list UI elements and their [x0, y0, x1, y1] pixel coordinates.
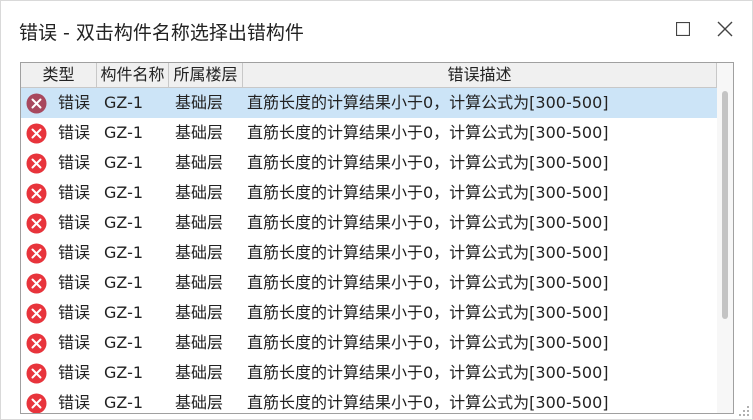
- row-component-name[interactable]: GZ-1: [104, 118, 143, 148]
- row-description: 直筋长度的计算结果小于0，计算公式为[300-500]: [247, 183, 609, 202]
- row-floor: 基础层: [175, 333, 224, 352]
- row-floor: 基础层: [175, 183, 224, 202]
- row-component-name[interactable]: GZ-1: [104, 238, 143, 268]
- column-header-name[interactable]: 构件名称: [97, 63, 169, 87]
- row-floor: 基础层: [175, 123, 224, 142]
- table-row[interactable]: 错误 GZ-1 基础层 直筋长度的计算结果小于0，计算公式为[300-500]: [21, 208, 717, 238]
- close-button[interactable]: [703, 11, 747, 47]
- error-icon: [26, 153, 47, 174]
- table-row[interactable]: 错误 GZ-1 基础层 直筋长度的计算结果小于0，计算公式为[300-500]: [21, 178, 717, 208]
- vertical-scrollbar[interactable]: [717, 63, 733, 413]
- row-description: 直筋长度的计算结果小于0，计算公式为[300-500]: [247, 93, 609, 112]
- row-floor: 基础层: [175, 93, 224, 112]
- row-floor: 基础层: [175, 363, 224, 382]
- row-component-name[interactable]: GZ-1: [104, 358, 143, 388]
- error-icon: [26, 183, 47, 204]
- row-component-name[interactable]: GZ-1: [104, 178, 143, 208]
- row-type: 错误: [58, 363, 91, 382]
- table-row[interactable]: 错误 GZ-1 基础层 直筋长度的计算结果小于0，计算公式为[300-500]: [21, 268, 717, 298]
- row-floor: 基础层: [175, 243, 224, 262]
- row-floor: 基础层: [175, 273, 224, 292]
- row-component-name[interactable]: GZ-1: [104, 88, 143, 118]
- list-rows: 错误 GZ-1 基础层 直筋长度的计算结果小于0，计算公式为[300-500] 错误 GZ…: [21, 88, 717, 413]
- resize-grip-icon[interactable]: [738, 405, 750, 417]
- error-icon: [26, 303, 47, 324]
- row-description: 直筋长度的计算结果小于0，计算公式为[300-500]: [247, 303, 609, 322]
- row-description: 直筋长度的计算结果小于0，计算公式为[300-500]: [247, 363, 609, 382]
- window-title: 错误 - 双击构件名称选择出错构件: [19, 22, 304, 44]
- table-row[interactable]: 错误 GZ-1 基础层 直筋长度的计算结果小于0，计算公式为[300-500]: [21, 298, 717, 328]
- table-row[interactable]: 错误 GZ-1 基础层 直筋长度的计算结果小于0，计算公式为[300-500]: [21, 388, 717, 413]
- maximize-button[interactable]: [661, 11, 705, 47]
- table-row[interactable]: 错误 GZ-1 基础层 直筋长度的计算结果小于0，计算公式为[300-500]: [21, 358, 717, 388]
- row-floor: 基础层: [175, 213, 224, 232]
- row-component-name[interactable]: GZ-1: [104, 268, 143, 298]
- row-type: 错误: [58, 183, 91, 202]
- row-type: 错误: [58, 273, 91, 292]
- error-list[interactable]: 类型 构件名称 所属楼层 错误描述 错误 GZ-1 基础层 直筋长度的计算结果小于0，…: [20, 62, 734, 414]
- title-bar[interactable]: 错误 - 双击构件名称选择出错构件: [1, 1, 752, 59]
- row-component-name[interactable]: GZ-1: [104, 148, 143, 178]
- error-icon: [26, 243, 47, 264]
- table-row[interactable]: 错误 GZ-1 基础层 直筋长度的计算结果小于0，计算公式为[300-500]: [21, 88, 717, 118]
- row-type: 错误: [58, 303, 91, 322]
- scrollbar-thumb[interactable]: [722, 91, 728, 319]
- error-icon: [26, 333, 47, 354]
- row-floor: 基础层: [175, 153, 224, 172]
- row-type: 错误: [58, 213, 91, 232]
- table-row[interactable]: 错误 GZ-1 基础层 直筋长度的计算结果小于0，计算公式为[300-500]: [21, 328, 717, 358]
- column-header-floor[interactable]: 所属楼层: [169, 63, 243, 87]
- error-icon: [26, 123, 47, 144]
- row-type: 错误: [58, 123, 91, 142]
- table-row[interactable]: 错误 GZ-1 基础层 直筋长度的计算结果小于0，计算公式为[300-500]: [21, 148, 717, 178]
- column-header-description[interactable]: 错误描述: [243, 63, 717, 87]
- row-description: 直筋长度的计算结果小于0，计算公式为[300-500]: [247, 123, 609, 142]
- row-description: 直筋长度的计算结果小于0，计算公式为[300-500]: [247, 393, 609, 412]
- table-row[interactable]: 错误 GZ-1 基础层 直筋长度的计算结果小于0，计算公式为[300-500]: [21, 118, 717, 148]
- maximize-icon: [676, 22, 690, 36]
- row-type: 错误: [58, 243, 91, 262]
- row-floor: 基础层: [175, 393, 224, 412]
- row-description: 直筋长度的计算结果小于0，计算公式为[300-500]: [247, 243, 609, 262]
- error-icon: [26, 363, 47, 384]
- row-component-name[interactable]: GZ-1: [104, 388, 143, 413]
- row-description: 直筋长度的计算结果小于0，计算公式为[300-500]: [247, 153, 609, 172]
- error-icon: [26, 93, 47, 114]
- row-type: 错误: [58, 333, 91, 352]
- error-icon: [26, 393, 47, 413]
- error-icon: [26, 213, 47, 234]
- table-row[interactable]: 错误 GZ-1 基础层 直筋长度的计算结果小于0，计算公式为[300-500]: [21, 238, 717, 268]
- row-description: 直筋长度的计算结果小于0，计算公式为[300-500]: [247, 333, 609, 352]
- error-dialog: 错误 - 双击构件名称选择出错构件 类型 构件名称 所属楼层 错误描述 错误 GZ…: [0, 0, 753, 420]
- row-type: 错误: [58, 93, 91, 112]
- close-icon: [717, 21, 733, 37]
- row-description: 直筋长度的计算结果小于0，计算公式为[300-500]: [247, 213, 609, 232]
- row-floor: 基础层: [175, 303, 224, 322]
- row-component-name[interactable]: GZ-1: [104, 298, 143, 328]
- list-header: 类型 构件名称 所属楼层 错误描述: [21, 63, 717, 88]
- column-header-type[interactable]: 类型: [21, 63, 97, 87]
- row-type: 错误: [58, 153, 91, 172]
- error-icon: [26, 273, 47, 294]
- row-type: 错误: [58, 393, 91, 412]
- row-description: 直筋长度的计算结果小于0，计算公式为[300-500]: [247, 273, 609, 292]
- row-component-name[interactable]: GZ-1: [104, 208, 143, 238]
- row-component-name[interactable]: GZ-1: [104, 328, 143, 358]
